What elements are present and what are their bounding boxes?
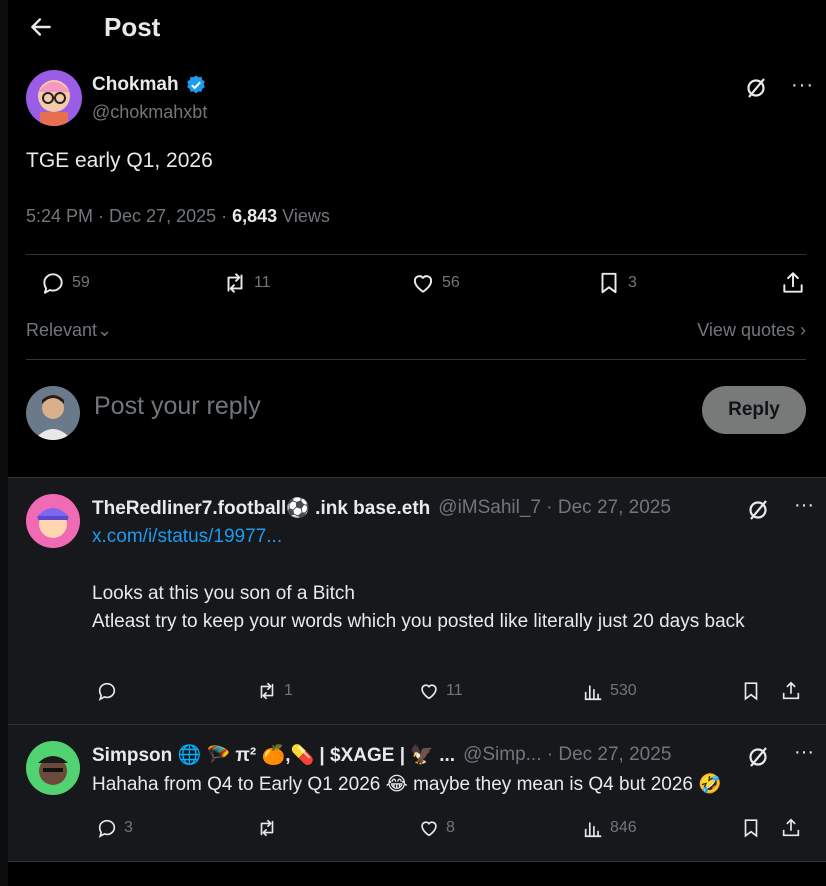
views-icon	[584, 685, 602, 701]
author-handle[interactable]: @chokmahxbt	[92, 102, 207, 123]
like-count: 8	[446, 819, 455, 836]
divider	[26, 254, 806, 255]
current-user-avatar[interactable]	[26, 386, 80, 440]
repost-button[interactable]: 1	[256, 680, 293, 702]
repost-icon	[260, 682, 274, 700]
share-button[interactable]	[780, 680, 802, 702]
repost-icon	[227, 273, 243, 293]
reply-author-name[interactable]: Simpson 🌐 🪂 π² 🍊,💊 | $XAGE | 🦅 ...	[92, 743, 455, 767]
reply-actions: 3 8 846	[92, 817, 812, 847]
post-detail: Post Chokmah @chokmahxbt ··· TGE early Q…	[8, 0, 826, 886]
share-button[interactable]	[780, 817, 802, 839]
bookmark-button[interactable]	[740, 680, 762, 702]
left-sidebar-edge	[0, 0, 8, 886]
reply-text: Hahaha from Q4 to Early Q1 2026 😂 maybe …	[92, 774, 722, 795]
share-icon	[783, 272, 803, 293]
reply-count: 59	[72, 274, 90, 291]
share-button[interactable]	[780, 270, 806, 296]
grok-icon[interactable]	[744, 76, 768, 100]
reply-text: Looks at this you son of a Bitch Atleast…	[92, 580, 792, 636]
arrow-left-icon[interactable]	[28, 14, 54, 40]
more-icon[interactable]: ···	[794, 741, 814, 764]
bookmark-button[interactable]: 3	[596, 270, 637, 296]
page-title: Post	[104, 12, 161, 42]
like-button[interactable]: 8	[418, 817, 455, 839]
more-icon[interactable]: ···	[794, 494, 814, 517]
bookmark-count: 3	[628, 274, 637, 291]
repost-icon	[260, 819, 274, 837]
like-button[interactable]: 56	[410, 270, 460, 296]
reply-header: TheRedliner7.football⚽ .ink base.eth @iM…	[92, 496, 671, 520]
like-count: 56	[442, 274, 460, 291]
reply-author-handle[interactable]: @Simp... · Dec 27, 2025	[463, 744, 671, 766]
grok-icon[interactable]	[746, 498, 770, 522]
reply-icon	[43, 273, 63, 294]
reply-icon	[98, 682, 116, 701]
verified-badge-icon	[186, 75, 205, 94]
bookmark-icon	[744, 819, 758, 838]
reply-count: 3	[124, 819, 133, 836]
views-icon	[584, 822, 602, 838]
post-actions: 59 11 56 3	[26, 270, 806, 306]
reply-button[interactable]	[96, 680, 124, 702]
divider	[26, 359, 806, 360]
divider	[8, 861, 826, 862]
reply-item[interactable]: Simpson 🌐 🪂 π² 🍊,💊 | $XAGE | 🦅 ... @Simp…	[8, 725, 826, 861]
repost-button[interactable]: 11	[222, 270, 271, 296]
bookmark-icon	[601, 272, 617, 294]
grok-icon[interactable]	[746, 745, 770, 769]
views-count: 530	[610, 682, 637, 699]
reply-link[interactable]: x.com/i/status/19977...	[92, 526, 282, 548]
post-meta: 5:24 PM · Dec 27, 2025 · 6,843 Views	[26, 206, 330, 227]
top-bar: Post	[8, 0, 826, 56]
share-icon	[782, 818, 800, 837]
reply-input[interactable]: Post your reply	[94, 392, 261, 421]
author-name[interactable]: Chokmah	[92, 74, 179, 96]
chevron-down-icon: ⌄	[97, 320, 113, 340]
reply-button[interactable]: 59	[40, 270, 90, 296]
views-button[interactable]: 530	[582, 680, 637, 702]
bookmark-icon	[744, 682, 758, 701]
reply-item[interactable]: TheRedliner7.football⚽ .ink base.eth @iM…	[8, 478, 826, 724]
reply-avatar[interactable]	[26, 494, 80, 548]
like-button[interactable]: 11	[418, 680, 463, 702]
reply-submit-button[interactable]: Reply	[702, 386, 806, 434]
chevron-right-icon: ›	[800, 320, 806, 340]
like-icon	[421, 821, 437, 837]
repost-count: 1	[284, 682, 293, 699]
reply-author-name[interactable]: TheRedliner7.football⚽ .ink base.eth	[92, 496, 430, 520]
share-icon	[782, 681, 800, 700]
bookmark-button[interactable]	[740, 817, 762, 839]
like-icon	[413, 275, 433, 293]
reply-composer: Post your reply Reply	[8, 362, 826, 478]
reply-text-line: Looks at this you son of a Bitch	[92, 583, 355, 604]
more-icon[interactable]: ···	[791, 74, 814, 97]
view-quotes-link[interactable]: View quotes ›	[697, 320, 806, 341]
views-button[interactable]: 846	[582, 817, 637, 839]
reply-avatar[interactable]	[26, 741, 80, 795]
reply-icon	[98, 819, 116, 838]
reply-text-line: Atleast try to keep your words which you…	[92, 611, 745, 632]
author-name-row[interactable]: Chokmah	[92, 74, 207, 96]
views-label: Views	[277, 206, 330, 226]
sort-label: Relevant	[26, 320, 98, 340]
post-text: TGE early Q1, 2026	[26, 149, 213, 172]
reply-header: Simpson 🌐 🪂 π² 🍊,💊 | $XAGE | 🦅 ... @Simp…	[92, 743, 671, 767]
post-timestamp[interactable]: 5:24 PM · Dec 27, 2025 ·	[26, 206, 232, 226]
reply-button[interactable]: 3	[96, 817, 133, 839]
views-count: 6,843	[232, 206, 278, 226]
repost-button[interactable]	[256, 817, 284, 839]
sort-dropdown[interactable]: Relevant⌄	[26, 320, 112, 341]
like-icon	[421, 684, 437, 700]
reply-author-handle[interactable]: @iMSahil_7 · Dec 27, 2025	[438, 497, 671, 519]
views-count: 846	[610, 819, 637, 836]
post-author: Chokmah @chokmahxbt ···	[26, 70, 826, 130]
reply-actions: 1 11 530	[92, 680, 812, 710]
like-count: 11	[446, 682, 463, 699]
view-quotes-label: View quotes	[697, 320, 795, 340]
repost-count: 11	[254, 274, 271, 291]
author-avatar[interactable]	[26, 70, 82, 126]
